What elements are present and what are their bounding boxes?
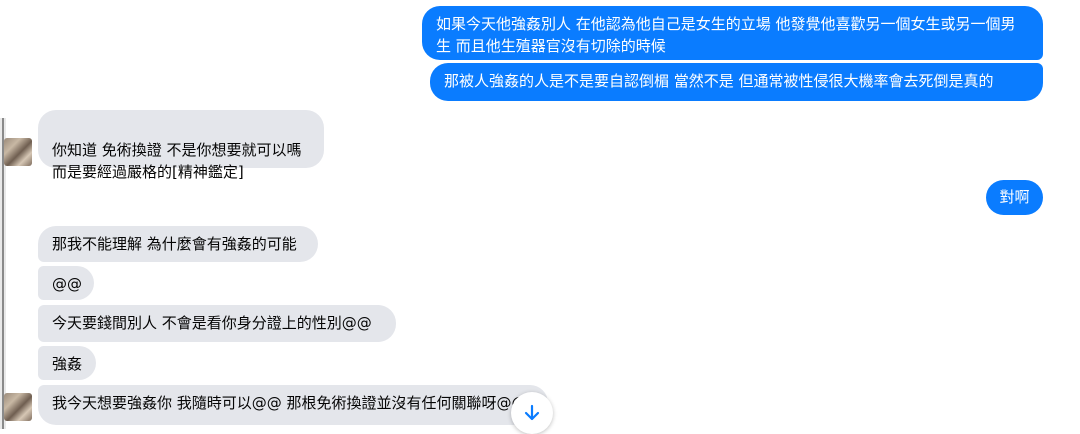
contact-avatar[interactable] xyxy=(4,138,32,166)
arrow-down-icon xyxy=(524,404,540,421)
message-bubble-incoming[interactable]: 那我不能理解 為什麼會有強姦的可能 xyxy=(38,226,318,262)
message-text: 你知道 免術換證 不是你想要就可以嗎 而是要經過嚴格的[精神鑑定] xyxy=(52,141,302,181)
message-bubble-outgoing[interactable]: 那被人強姦的人是不是要自認倒楣 當然不是 但通常被性侵很大機率會去死倒是真的 xyxy=(430,63,1043,101)
message-text: 我今天想要強姦你 我隨時可以@@ 那根免術換證並沒有任何關聯呀@@ xyxy=(52,394,527,412)
message-bubble-incoming[interactable]: 我今天想要強姦你 我隨時可以@@ 那根免術換證並沒有任何關聯呀@@ xyxy=(38,385,548,425)
message-bubble-outgoing[interactable]: 如果今天他強姦別人 在他認為他自己是女生的立場 他發覺他喜歡另一個女生或另一個男… xyxy=(422,6,1043,60)
contact-avatar[interactable] xyxy=(4,393,32,421)
message-text: 那我不能理解 為什麼會有強姦的可能 xyxy=(52,235,297,253)
message-text: 強姦 xyxy=(52,355,83,373)
scroll-to-bottom-button[interactable] xyxy=(511,392,553,434)
message-text: @@ xyxy=(52,275,82,293)
message-bubble-incoming[interactable]: @@ xyxy=(38,266,94,300)
message-bubble-incoming[interactable]: 今天要錢間別人 不會是看你身分證上的性別@@ xyxy=(38,305,396,342)
message-bubble-incoming[interactable]: 你知道 免術換證 不是你想要就可以嗎 而是要經過嚴格的[精神鑑定] xyxy=(38,110,324,181)
message-text: 對啊 xyxy=(999,188,1030,206)
message-text: 那被人強姦的人是不是要自認倒楣 當然不是 但通常被性侵很大機率會去死倒是真的 xyxy=(444,72,994,90)
message-text: 今天要錢間別人 不會是看你身分證上的性別@@ xyxy=(52,314,372,332)
message-text: 如果今天他強姦別人 在他認為他自己是女生的立場 他發覺他喜歡另一個女生或另一個男… xyxy=(436,15,1016,55)
message-bubble-incoming[interactable]: 強姦 xyxy=(38,346,96,380)
message-bubble-outgoing[interactable]: 對啊 xyxy=(986,180,1043,215)
